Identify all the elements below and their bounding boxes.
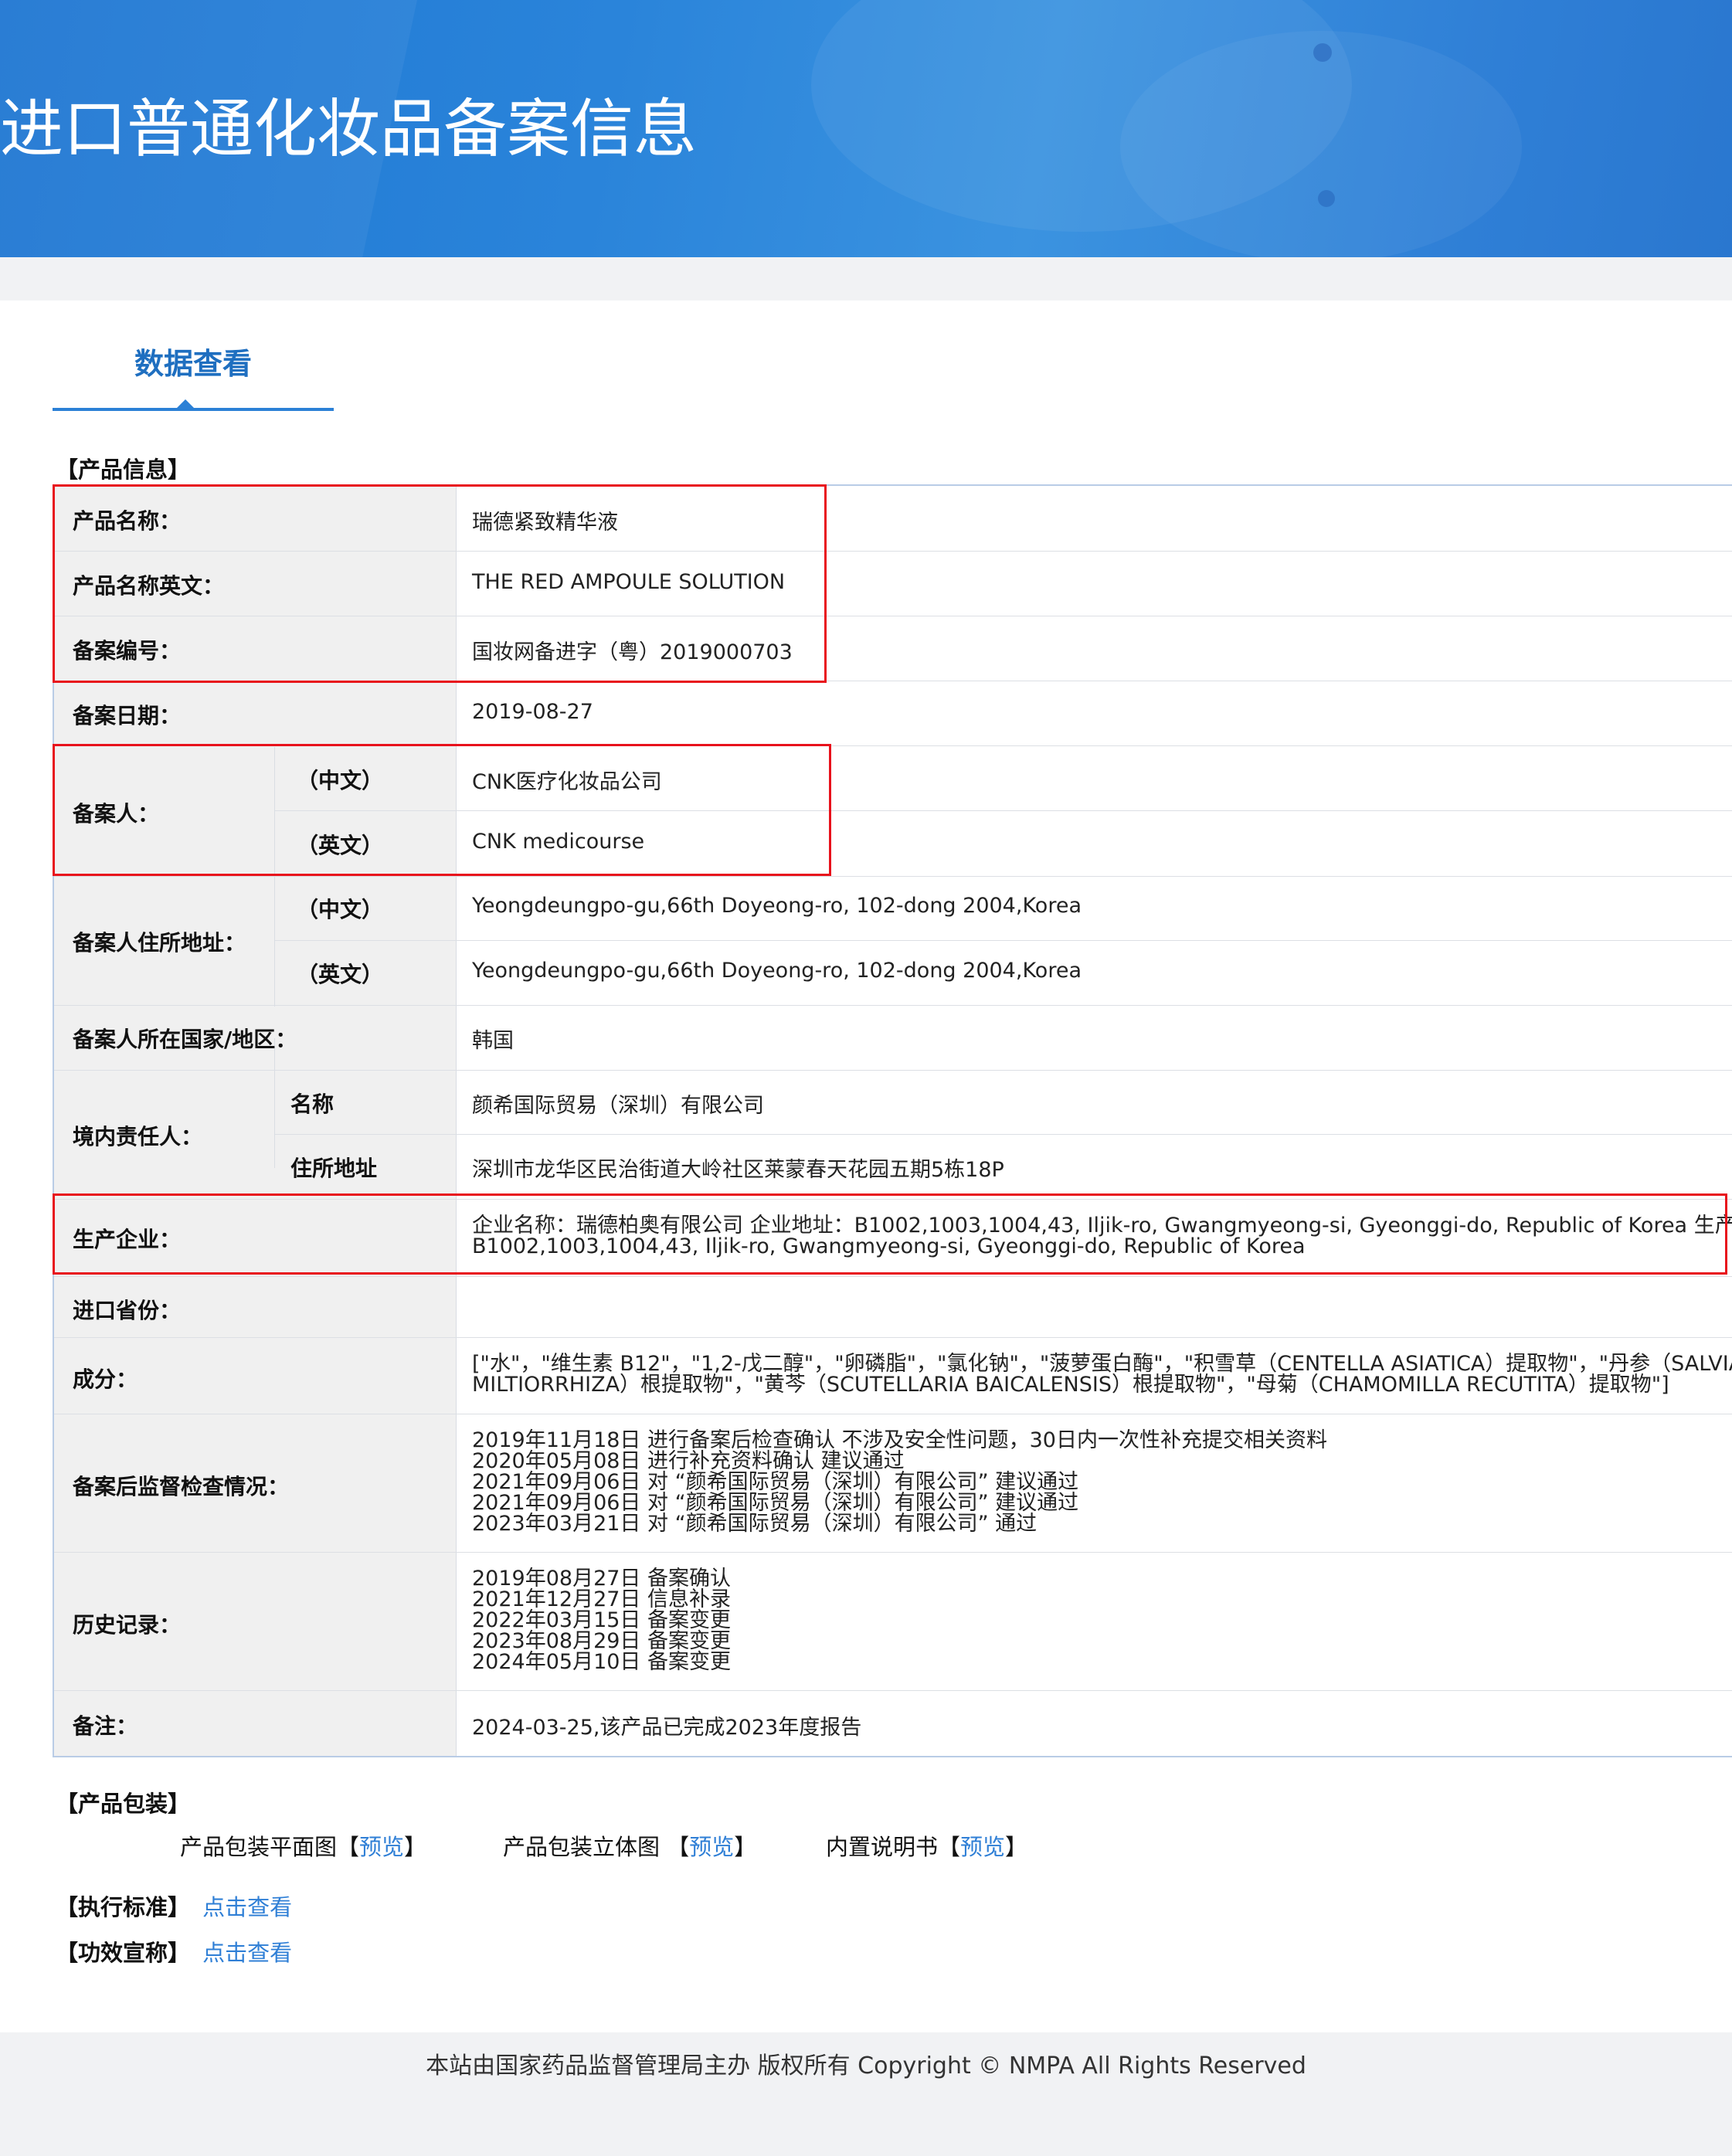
value-ingredients: ["水"，"维生素 B12"，"1,2-戊二醇"，"卵磷脂"，"氯化钠"，"菠萝… bbox=[472, 1353, 1732, 1395]
history-line: 2023年08月29日 备案变更 bbox=[472, 1629, 732, 1653]
label-domestic-responsible: 境内责任人： bbox=[73, 1124, 203, 1149]
value-manufacturer: 企业名称：瑞德柏奥有限公司 企业地址：B1002,1003,1004,43, I… bbox=[472, 1215, 1732, 1257]
supervision-line: 2021年09月06日 对 “颜希国际贸易（深圳）有限公司” 建议通过 bbox=[472, 1470, 1079, 1494]
label-applicant-en: （英文） bbox=[297, 833, 384, 858]
label-history: 历史记录： bbox=[73, 1612, 182, 1638]
banner-dot bbox=[1318, 190, 1335, 207]
label-address-cn: （中文） bbox=[297, 897, 384, 922]
page-title: 进口普通化妆品备案信息 bbox=[0, 93, 698, 166]
standard-view-link[interactable]: 点击查看 bbox=[202, 1894, 292, 1920]
value-record-date: 2019-08-27 bbox=[472, 700, 593, 724]
label-country: 备案人所在国家/地区： bbox=[73, 1027, 297, 1052]
label-applicant: 备案人： bbox=[73, 801, 160, 827]
tab-data-view[interactable]: 数据查看 bbox=[53, 345, 334, 383]
value-domestic-address: 深圳市龙华区民治街道大岭社区莱蒙春天花园五期5栋18P bbox=[472, 1158, 1004, 1182]
label-applicant-address: 备案人住所地址： bbox=[73, 930, 246, 956]
value-supervision: 2019年11月18日 进行备案后检查确认 不涉及安全性问题，30日内一次性补充… bbox=[472, 1430, 1327, 1534]
package-manual-label: 内置说明书【 bbox=[826, 1834, 961, 1860]
package-flat-item: 产品包装平面图【预览】 bbox=[180, 1832, 426, 1862]
ingredients-line: ["水"，"维生素 B12"，"1,2-戊二醇"，"卵磷脂"，"氯化钠"，"菠萝… bbox=[472, 1352, 1732, 1376]
manufacturer-line: B1002,1003,1004,43, Iljik-ro, Gwangmyeon… bbox=[472, 1234, 1306, 1258]
banner-dot bbox=[1313, 43, 1332, 62]
bracket: 】 bbox=[404, 1834, 427, 1860]
product-info-table: 产品名称： 产品名称英文： 备案编号： 备案日期： 备案人： （中文） （英文）… bbox=[53, 484, 1732, 1757]
manufacturer-line: 企业名称：瑞德柏奥有限公司 企业地址：B1002,1003,1004,43, I… bbox=[472, 1214, 1732, 1238]
section-title-claims: 【功效宣称】 bbox=[56, 1940, 191, 1966]
bracket: 】 bbox=[734, 1834, 757, 1860]
label-manufacturer: 生产企业： bbox=[73, 1227, 182, 1252]
package-flat-label: 产品包装平面图【 bbox=[180, 1834, 360, 1860]
supervision-line: 2021年09月06日 对 “颜希国际贸易（深圳）有限公司” 建议通过 bbox=[472, 1491, 1079, 1515]
package-solid-label: 产品包装立体图 【 bbox=[503, 1834, 690, 1860]
history-line: 2021年12月27日 信息补录 bbox=[472, 1587, 732, 1611]
label-supervision: 备案后监督检查情况： bbox=[73, 1474, 290, 1499]
label-record-date: 备案日期： bbox=[73, 703, 182, 728]
section-title-product-info: 【产品信息】 bbox=[56, 457, 191, 483]
value-product-name-en: THE RED AMPOULE SOLUTION bbox=[472, 570, 786, 594]
supervision-line: 2020年05月08日 进行补充资料确认 建议通过 bbox=[472, 1449, 905, 1473]
value-product-name: 瑞德紧致精华液 bbox=[472, 511, 618, 535]
value-domestic-name: 颜希国际贸易（深圳）有限公司 bbox=[472, 1094, 764, 1118]
value-address-en: Yeongdeungpo-gu,66th Doyeong-ro, 102-don… bbox=[472, 959, 1082, 983]
section-title-standard: 【执行标准】 bbox=[56, 1894, 191, 1920]
label-record-number: 备案编号： bbox=[73, 638, 182, 664]
label-product-name-en: 产品名称英文： bbox=[73, 573, 225, 599]
section-claims: 【功效宣称】 点击查看 bbox=[56, 1937, 292, 1968]
label-ingredients: 成分： bbox=[73, 1367, 138, 1392]
history-line: 2022年03月15日 备案变更 bbox=[472, 1608, 732, 1632]
tab-caret-icon bbox=[176, 399, 195, 409]
value-record-number: 国妆网备进字（粤）2019000703 bbox=[472, 640, 793, 664]
label-domestic-address: 住所地址 bbox=[290, 1156, 378, 1181]
label-import-province: 进口省份： bbox=[73, 1298, 182, 1323]
value-address-cn: Yeongdeungpo-gu,66th Doyeong-ro, 102-don… bbox=[472, 894, 1082, 918]
section-title-packaging: 【产品包装】 bbox=[56, 1791, 191, 1817]
label-applicant-cn: （中文） bbox=[297, 768, 384, 793]
supervision-line: 2023年03月21日 对 “颜希国际贸易（深圳）有限公司” 通过 bbox=[472, 1512, 1038, 1536]
header-separator bbox=[0, 257, 1732, 300]
sub-divider bbox=[274, 747, 275, 877]
sub-divider bbox=[274, 877, 275, 1007]
package-manual-preview-link[interactable]: 预览 bbox=[960, 1834, 1005, 1860]
package-flat-preview-link[interactable]: 预览 bbox=[359, 1834, 404, 1860]
value-remark: 2024-03-25,该产品已完成2023年度报告 bbox=[472, 1716, 862, 1740]
label-domestic-name: 名称 bbox=[290, 1092, 335, 1117]
history-line: 2019年08月27日 备案确认 bbox=[472, 1567, 732, 1591]
banner-decoration bbox=[1120, 31, 1522, 257]
label-address-en: （英文） bbox=[297, 962, 384, 987]
package-solid-item: 产品包装立体图 【预览】 bbox=[503, 1832, 756, 1862]
history-line: 2024年05月10日 备案变更 bbox=[472, 1650, 732, 1674]
package-solid-preview-link[interactable]: 预览 bbox=[689, 1834, 734, 1860]
header-banner: 进口普通化妆品备案信息 bbox=[0, 0, 1732, 257]
label-remark: 备注： bbox=[73, 1713, 138, 1739]
value-applicant-en: CNK medicourse bbox=[472, 830, 645, 854]
footer-copyright: 本站由国家药品监督管理局主办 版权所有 Copyright © NMPA All… bbox=[426, 2052, 1306, 2080]
sub-divider bbox=[274, 1038, 275, 1168]
value-history: 2019年08月27日 备案确认 2021年12月27日 信息补录 2022年0… bbox=[472, 1568, 731, 1672]
package-manual-item: 内置说明书【预览】 bbox=[826, 1832, 1027, 1862]
footer: 本站由国家药品监督管理局主办 版权所有 Copyright © NMPA All… bbox=[0, 2032, 1732, 2156]
supervision-line: 2019年11月18日 进行备案后检查确认 不涉及安全性问题，30日内一次性补充… bbox=[472, 1428, 1327, 1452]
ingredients-line: MILTIORRHIZA）根提取物"，"黄芩（SCUTELLARIA BAICA… bbox=[472, 1373, 1669, 1397]
bracket: 】 bbox=[1005, 1834, 1028, 1860]
value-applicant-cn: CNK医疗化妆品公司 bbox=[472, 770, 662, 794]
claims-view-link[interactable]: 点击查看 bbox=[202, 1940, 292, 1966]
label-product-name: 产品名称： bbox=[73, 508, 182, 534]
section-standard: 【执行标准】 点击查看 bbox=[56, 1892, 292, 1923]
value-country: 韩国 bbox=[472, 1029, 514, 1053]
